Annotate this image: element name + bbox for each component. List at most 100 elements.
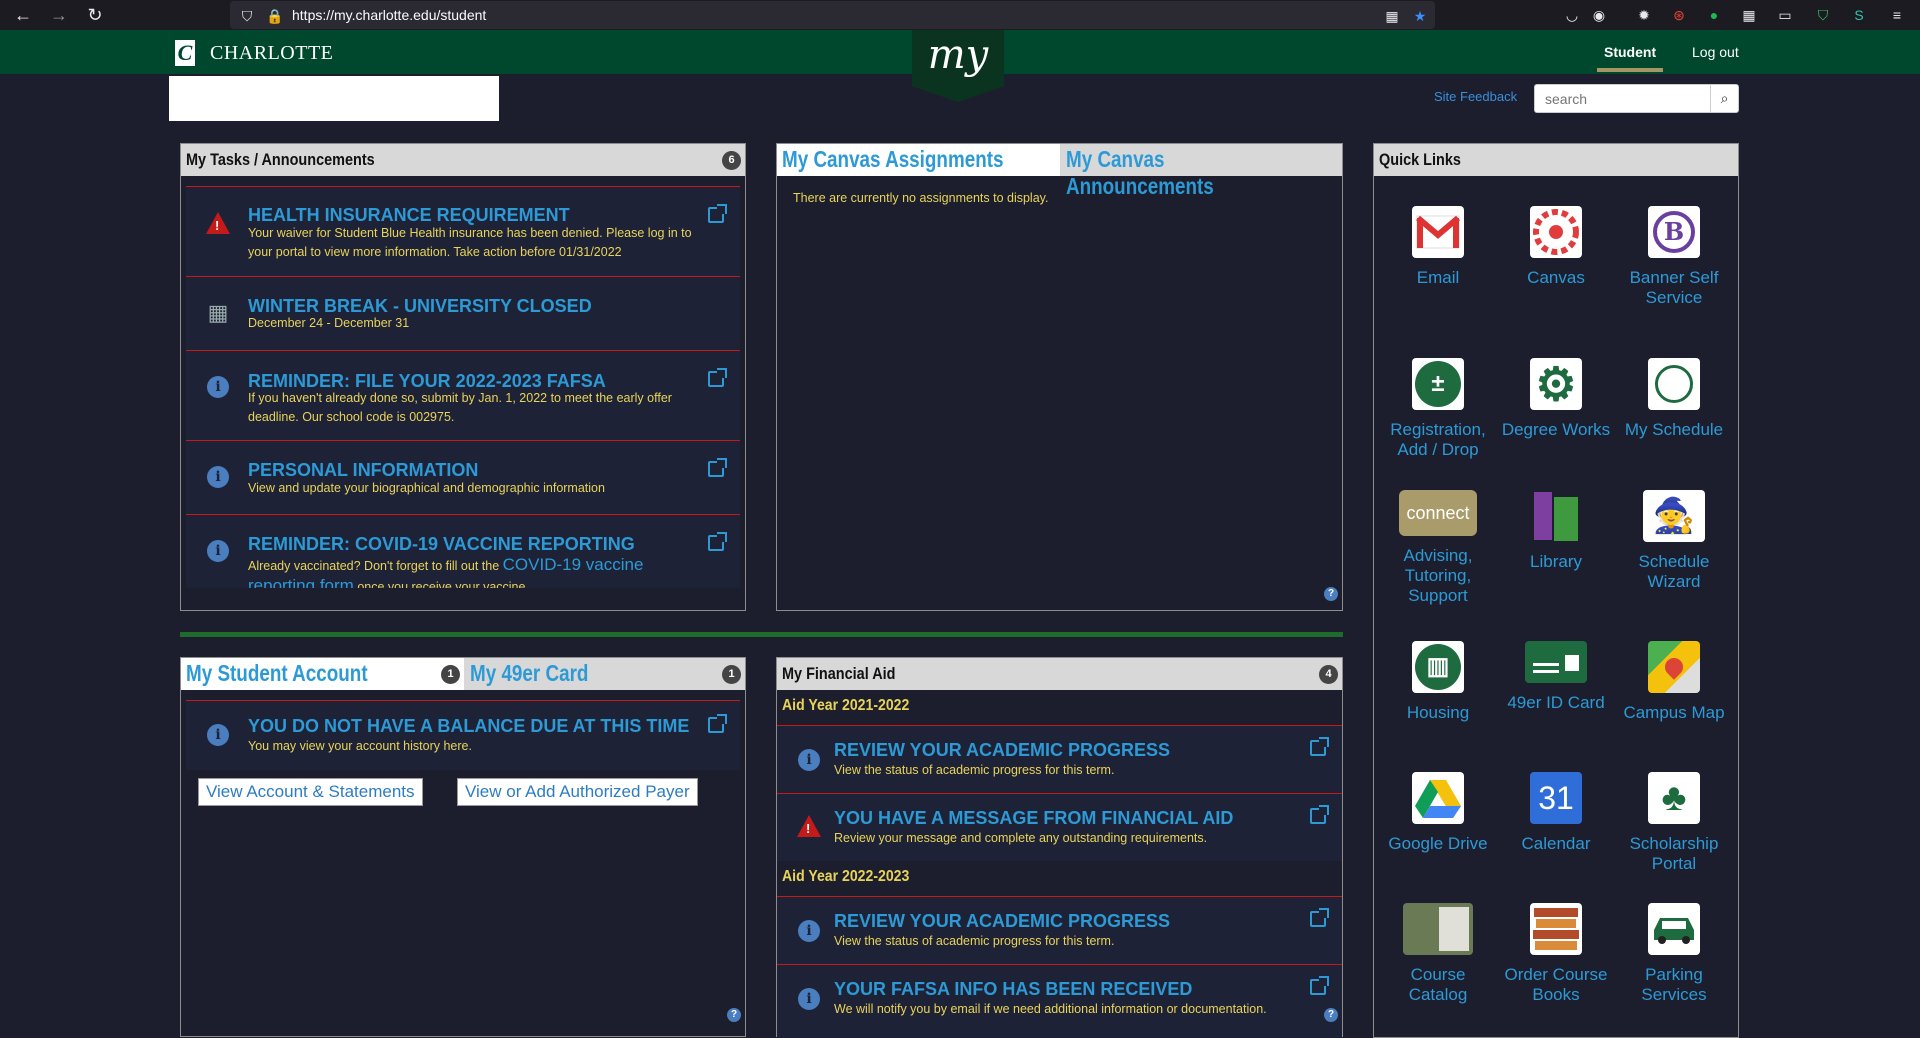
aid-item[interactable]: i REVIEW YOUR ACADEMIC PROGRESS View the…: [777, 725, 1342, 793]
reload-icon[interactable]: ↻: [80, 0, 110, 30]
warning-icon: !: [797, 814, 821, 838]
quick-link-calendar[interactable]: 31 Calendar: [1501, 772, 1611, 854]
quick-link-housing[interactable]: ▥ Housing: [1383, 641, 1493, 723]
aid-item-title[interactable]: REVIEW YOUR ACADEMIC PROGRESS: [834, 740, 1170, 761]
quick-link-label: Banner Self Service: [1629, 268, 1719, 307]
extension-icon[interactable]: ⊛: [1670, 6, 1688, 24]
account-item[interactable]: i YOU DO NOT HAVE A BALANCE DUE AT THIS …: [186, 700, 740, 770]
extension-icon[interactable]: ▦: [1740, 6, 1758, 24]
quick-link-degree-works[interactable]: ⚙ Degree Works: [1501, 358, 1611, 440]
search-input[interactable]: [1534, 84, 1712, 113]
help-icon[interactable]: ?: [1324, 1008, 1338, 1022]
quick-link-49er-card[interactable]: 49er ID Card: [1501, 641, 1611, 713]
tab-canvas-announcements[interactable]: My Canvas Announcements: [1066, 146, 1292, 200]
help-icon[interactable]: ?: [727, 1008, 741, 1022]
task-item[interactable]: i PERSONAL INFORMATION View and update y…: [186, 440, 740, 514]
pocket-icon[interactable]: ◡: [1563, 6, 1581, 24]
shield-icon[interactable]: ⛉: [238, 7, 256, 25]
extension-icon[interactable]: ⛉: [1814, 6, 1832, 24]
search-icon[interactable]: ⌕: [1710, 84, 1739, 113]
aid-year-heading: Aid Year 2021-2022: [782, 697, 910, 714]
task-item[interactable]: ! HEALTH INSURANCE REQUIREMENT Your waiv…: [186, 186, 740, 276]
quick-link-parking[interactable]: Parking Services: [1619, 903, 1729, 1005]
aid-item-title[interactable]: YOU HAVE A MESSAGE FROM FINANCIAL AID: [834, 808, 1233, 829]
task-item[interactable]: i REMINDER: FILE YOUR 2022-2023 FAFSA If…: [186, 350, 740, 440]
quick-link-schedule-wizard[interactable]: 🧙 Schedule Wizard: [1619, 490, 1729, 592]
aid-item[interactable]: ! YOU HAVE A MESSAGE FROM FINANCIAL AID …: [777, 793, 1342, 861]
nav-student[interactable]: Student: [1604, 44, 1656, 60]
site-feedback-link[interactable]: Site Feedback: [1434, 89, 1517, 104]
tree-glyph-icon: ♣: [1661, 776, 1687, 819]
aid-item[interactable]: i REVIEW YOUR ACADEMIC PROGRESS View the…: [777, 896, 1342, 964]
info-icon: i: [206, 375, 230, 399]
url-text[interactable]: https://my.charlotte.edu/student: [292, 7, 486, 23]
aid-item-title[interactable]: YOUR FAFSA INFO HAS BEEN RECEIVED: [834, 979, 1192, 1000]
quick-link-advising[interactable]: connect Advising, Tutoring, Support: [1383, 490, 1493, 606]
quick-link-campus-map[interactable]: Campus Map: [1619, 641, 1729, 723]
external-link-icon[interactable]: [708, 714, 727, 733]
tab-student-account[interactable]: My Student Account 1: [181, 658, 464, 690]
my-badge[interactable]: my: [912, 30, 1004, 102]
task-desc-prefix: Already vaccinated? Don't forget to fill…: [248, 559, 500, 573]
book-icon: [1535, 941, 1577, 950]
task-title[interactable]: PERSONAL INFORMATION: [248, 460, 478, 481]
external-link-icon[interactable]: [708, 204, 727, 223]
grammarly-icon[interactable]: ●: [1705, 6, 1723, 24]
quick-link-canvas[interactable]: Canvas: [1501, 206, 1611, 288]
calendar-icon: ▦: [207, 300, 229, 325]
aid-item-title[interactable]: REVIEW YOUR ACADEMIC PROGRESS: [834, 911, 1170, 932]
external-link-icon[interactable]: [708, 532, 727, 551]
task-title[interactable]: HEALTH INSURANCE REQUIREMENT: [248, 205, 570, 226]
task-item[interactable]: i REMINDER: COVID-19 VACCINE REPORTING A…: [186, 514, 740, 588]
quick-link-registration[interactable]: ± Registration, Add / Drop: [1383, 358, 1493, 460]
view-account-statements-button[interactable]: View Account & Statements: [198, 778, 423, 806]
logout-link[interactable]: Log out: [1692, 44, 1739, 60]
star-bookmark-icon[interactable]: ★: [1411, 7, 1429, 25]
quick-link-banner[interactable]: B Banner Self Service: [1619, 206, 1729, 308]
count-badge: 4: [1319, 665, 1338, 684]
tab-canvas-assignments[interactable]: My Canvas Assignments: [777, 144, 1060, 176]
pin-glyph-icon: [1661, 654, 1687, 680]
back-arrow-icon[interactable]: ←: [8, 0, 38, 30]
quick-link-email[interactable]: Email: [1383, 206, 1493, 288]
financial-aid-panel: My Financial Aid 4 Aid Year 2021-2022 i …: [776, 657, 1343, 1038]
quick-link-label: Advising, Tutoring, Support: [1403, 546, 1473, 605]
quick-link-label: Calendar: [1521, 834, 1591, 853]
account-item-title[interactable]: YOU DO NOT HAVE A BALANCE DUE AT THIS TI…: [248, 716, 689, 737]
external-link-icon[interactable]: [708, 458, 727, 477]
quick-link-order-books[interactable]: Order Course Books: [1501, 903, 1611, 1005]
extension-icon[interactable]: S: [1850, 6, 1868, 24]
aid-item[interactable]: i YOUR FAFSA INFO HAS BEEN RECEIVED We w…: [777, 964, 1342, 1038]
id-card-icon: [1525, 641, 1587, 683]
authorized-payer-button[interactable]: View or Add Authorized Payer: [457, 778, 698, 806]
external-link-icon[interactable]: [708, 368, 727, 387]
task-title[interactable]: REMINDER: COVID-19 VACCINE REPORTING: [248, 534, 635, 555]
external-link-icon[interactable]: [1310, 737, 1329, 756]
address-bar[interactable]: ⛉ 🔒 https://my.charlotte.edu/student ▦ ★: [230, 1, 1435, 29]
external-link-icon[interactable]: [1310, 908, 1329, 927]
quick-link-google-drive[interactable]: Google Drive: [1383, 772, 1493, 854]
task-item[interactable]: ▦ WINTER BREAK - UNIVERSITY CLOSED Decem…: [186, 276, 740, 350]
external-link-icon[interactable]: [1310, 805, 1329, 824]
building-icon: ▥: [1412, 641, 1464, 693]
quick-link-scholarship[interactable]: ♣ Scholarship Portal: [1619, 772, 1729, 874]
quick-link-label: Housing: [1406, 703, 1470, 722]
quick-link-my-schedule[interactable]: My Schedule: [1619, 358, 1729, 440]
lock-icon[interactable]: 🔒: [266, 7, 284, 25]
extension-icon[interactable]: ✹: [1635, 6, 1653, 24]
logo-text[interactable]: CHARLOTTE: [210, 42, 333, 65]
extension-icon[interactable]: ▭: [1776, 6, 1794, 24]
grid-icon[interactable]: ▦: [1383, 7, 1401, 25]
charlotte-logo-icon[interactable]: C: [175, 40, 195, 66]
quick-link-library[interactable]: Library: [1501, 490, 1611, 572]
extension-icon[interactable]: ◉: [1590, 6, 1608, 24]
info-icon: i: [797, 748, 821, 772]
help-icon[interactable]: ?: [1324, 587, 1338, 601]
external-link-icon[interactable]: [1310, 976, 1329, 995]
tab-49er-card[interactable]: My 49er Card: [470, 660, 588, 687]
quick-link-course-catalog[interactable]: Course Catalog: [1383, 903, 1493, 1005]
forward-arrow-icon[interactable]: →: [44, 0, 74, 30]
panel-title: My Financial Aid: [782, 664, 896, 683]
section-divider: [180, 632, 1343, 637]
menu-icon[interactable]: ≡: [1888, 6, 1906, 24]
